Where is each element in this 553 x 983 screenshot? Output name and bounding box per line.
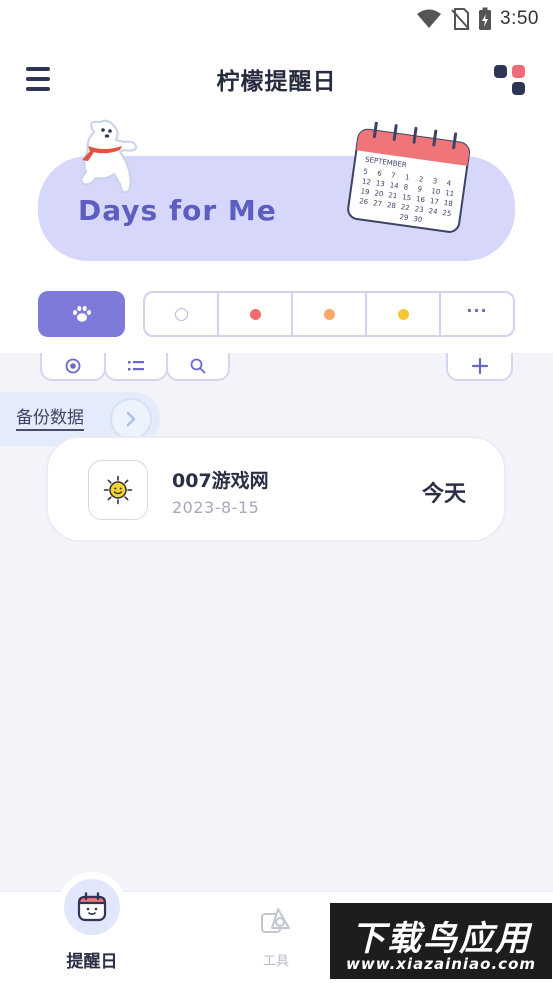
chevron-right-icon — [110, 398, 152, 440]
list-icon — [128, 361, 144, 371]
calendar-day: 22 — [400, 203, 410, 212]
orange-dot-icon — [323, 308, 335, 320]
event-days-remaining: 今天 — [421, 482, 466, 507]
wifi-icon — [417, 9, 442, 28]
more-icon: ··· — [466, 301, 488, 320]
watermark-url: www.xiazainiao.com — [345, 955, 537, 973]
calendar-day: 19 — [360, 187, 370, 196]
tools-icon[interactable] — [260, 906, 292, 936]
calendar-day: 28 — [386, 201, 396, 210]
search-icon — [190, 358, 206, 374]
red-dot-icon — [249, 308, 261, 320]
page-title: 柠檬提醒日 — [216, 69, 337, 95]
watermark-logo: 下载鸟应用 www.xiazainiao.com — [330, 903, 552, 979]
calendar-day: 16 — [416, 195, 426, 204]
calendar-illustration: SEPTEMBER 5 6 7 1 2 3 4 12 13 14 8 9 10 11 19 20 21 15 16 1… — [345, 121, 475, 234]
calendar-day: 10 — [431, 187, 441, 196]
banner-text: Days for Me — [78, 194, 277, 227]
filter-white[interactable] — [145, 293, 219, 335]
filter-yellow[interactable] — [367, 293, 441, 335]
calendar-day: 24 — [428, 207, 438, 216]
calendar-day: 25 — [442, 209, 452, 218]
filter-red[interactable] — [219, 293, 293, 335]
apps-dot — [494, 65, 507, 78]
calendar-day: 13 — [375, 179, 385, 188]
polar-bear-icon — [80, 119, 138, 194]
color-filter-group: ··· — [143, 291, 515, 337]
filter-more[interactable]: ··· — [441, 293, 513, 335]
calendar-day: 18 — [443, 199, 453, 208]
add-event-button[interactable] — [446, 353, 513, 381]
yellow-dot-icon — [397, 308, 409, 320]
event-date: 2023-8-15 — [172, 498, 260, 517]
calendar-day: 12 — [362, 177, 372, 186]
tab-list-view[interactable] — [104, 353, 168, 381]
backup-label: 备份数据 — [16, 408, 84, 431]
calendar-day: 20 — [374, 189, 384, 198]
calendar-day: 17 — [429, 197, 439, 206]
apps-button[interactable] — [491, 62, 527, 98]
paw-icon — [72, 305, 91, 322]
apps-dot — [512, 82, 525, 95]
status-bar: 3:50 — [0, 0, 553, 38]
calendar-face-icon — [77, 892, 107, 922]
watermark-main-text: 下载鸟应用 — [351, 919, 531, 959]
calendar-day: 30 — [413, 215, 423, 224]
calendar-day: 15 — [402, 193, 412, 202]
calendar-day: 23 — [414, 205, 424, 214]
filter-orange[interactable] — [293, 293, 367, 335]
nav-label-tools[interactable]: 工具 — [246, 950, 306, 969]
white-dot-icon — [174, 307, 188, 321]
event-icon-box — [88, 460, 148, 520]
event-title: 007游戏网 — [172, 470, 269, 492]
nav-label-reminder: 提醒日 — [66, 952, 118, 972]
status-time: 3:50 — [500, 8, 539, 29]
target-icon — [65, 358, 81, 374]
calendar-day: 11 — [445, 189, 455, 198]
paw-filter-button[interactable] — [38, 291, 125, 337]
apps-dot — [512, 65, 525, 78]
calendar-day: 26 — [359, 197, 369, 206]
plus-icon — [471, 358, 488, 374]
calendar-icon: SEPTEMBER 5 6 7 1 2 3 412 13 14 8 9 10 1119 20 21 15 16 1… — [347, 121, 471, 233]
calendar-day: 14 — [389, 181, 399, 190]
no-sim-icon — [451, 8, 470, 30]
battery-icon — [479, 7, 492, 30]
calendar-day: 27 — [373, 199, 383, 208]
nav-item-reminder[interactable] — [64, 879, 120, 935]
calendar-day: 21 — [388, 191, 398, 200]
event-card[interactable]: 007游戏网 2023-8-15 今天 — [46, 436, 506, 542]
calendar-day: 29 — [399, 213, 409, 222]
tab-timer-view[interactable] — [40, 353, 106, 381]
sun-face-icon — [103, 475, 133, 505]
tab-search[interactable] — [166, 353, 230, 381]
